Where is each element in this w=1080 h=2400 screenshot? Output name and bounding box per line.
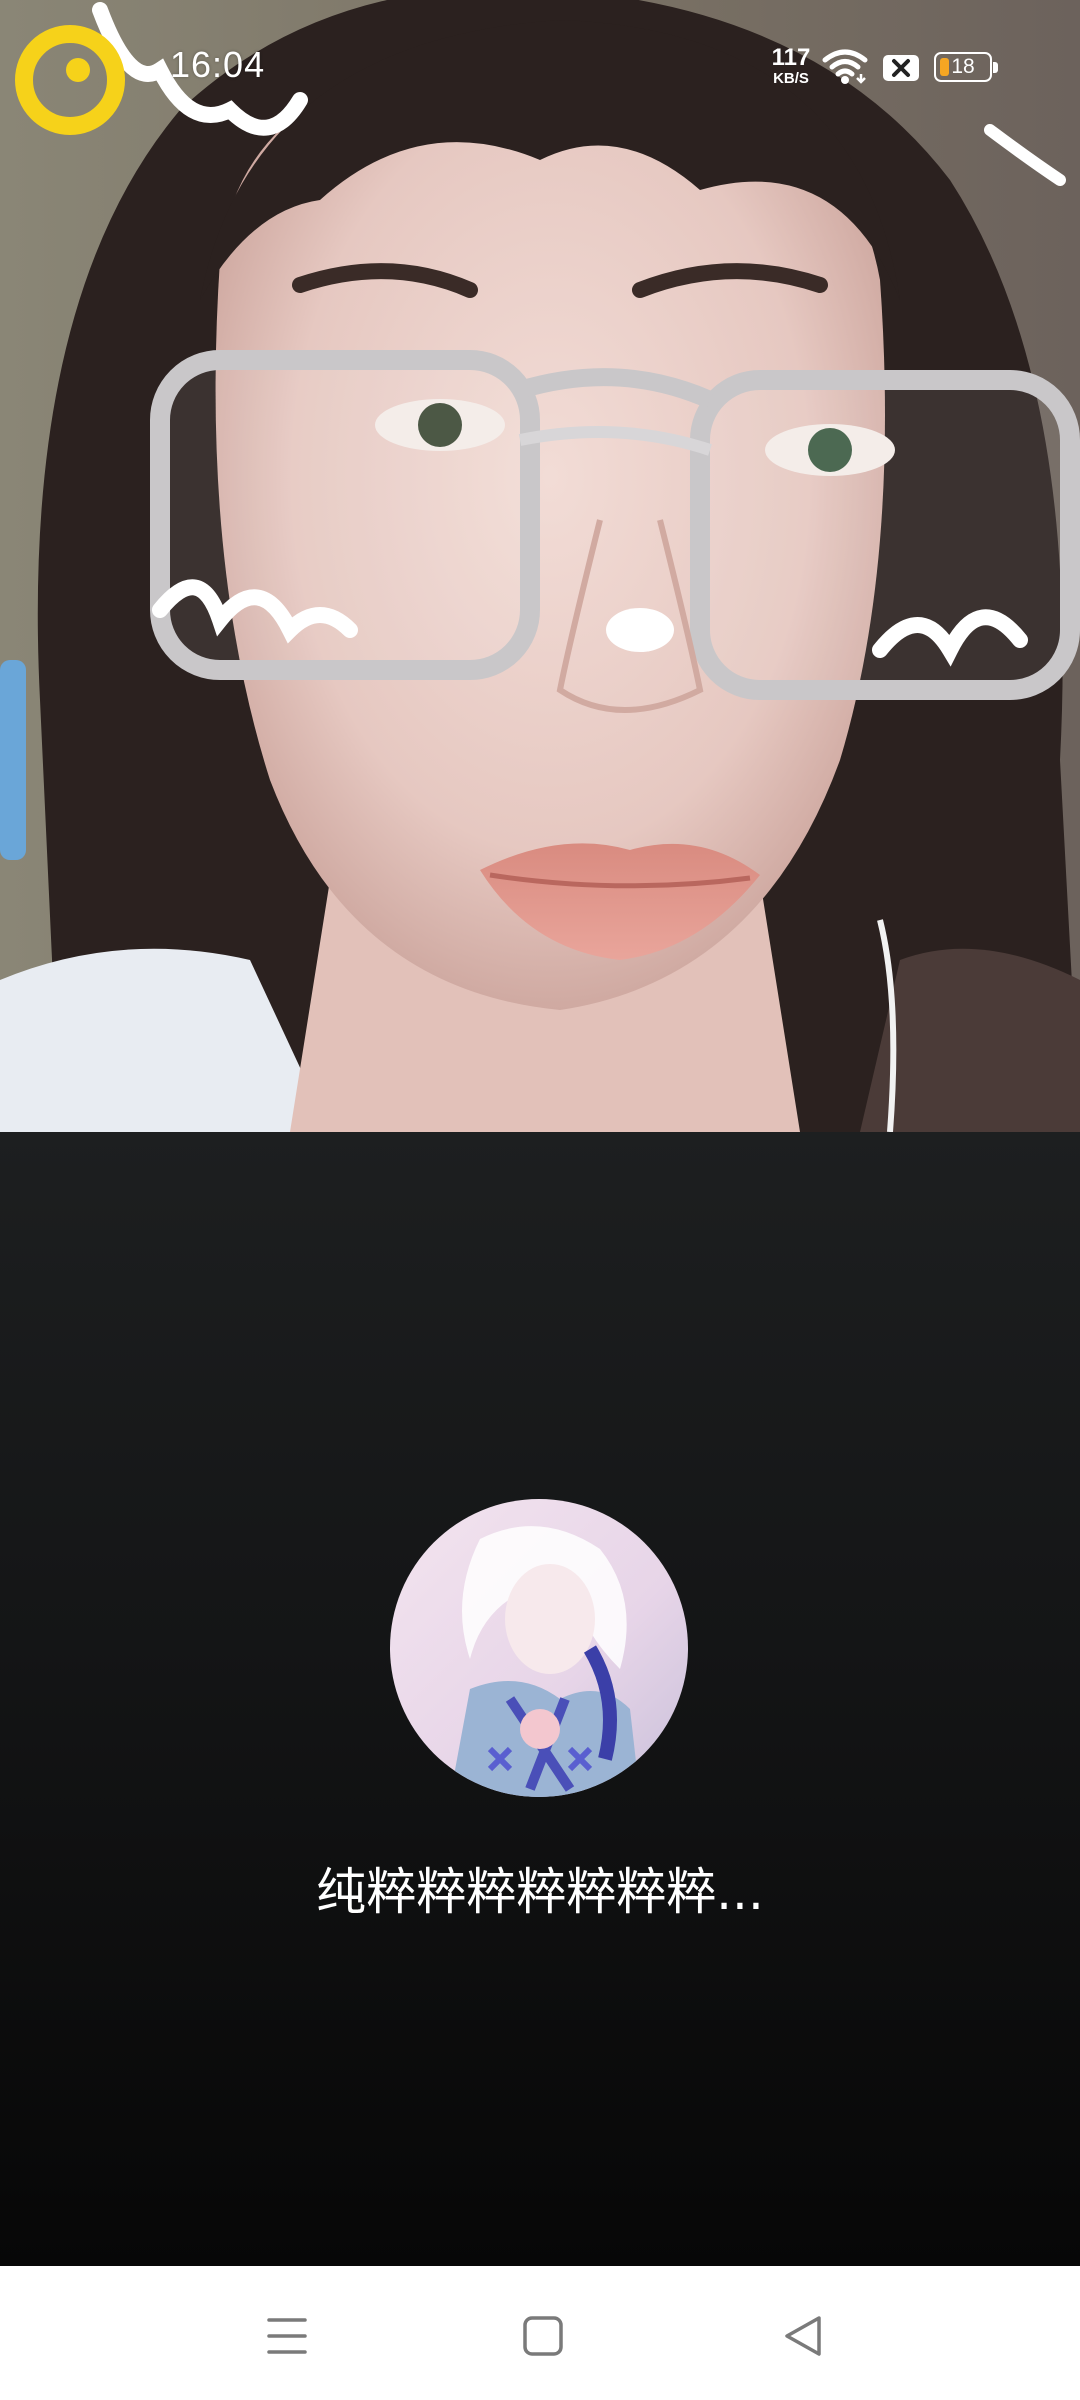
caller-name: 纯粹粹粹粹粹粹粹... (316, 1863, 764, 1921)
network-speed-value: 117 (771, 44, 811, 71)
video-call-screen: 16:04 117 KB/S 18 纯粹粹粹粹粹粹粹... (0, 0, 1080, 2400)
remote-video-feed[interactable] (0, 0, 1080, 1132)
navigation-bar (0, 2266, 1080, 2400)
status-bar: 16:04 117 KB/S 18 (0, 0, 1080, 140)
avatar-image (390, 1499, 688, 1797)
no-sim-icon (883, 55, 919, 81)
battery-level: 18 (951, 55, 975, 78)
caller-avatar[interactable] (390, 1499, 688, 1797)
back-icon[interactable] (763, 2296, 843, 2376)
battery-cap (993, 62, 998, 73)
network-speed: 117 KB/S (766, 44, 816, 87)
network-speed-unit: KB/S (773, 70, 809, 87)
home-icon[interactable] (503, 2296, 583, 2376)
video-frame-image (0, 0, 1080, 1132)
wifi-icon (822, 49, 868, 84)
status-time: 16:04 (170, 44, 266, 85)
caller-panel: 纯粹粹粹粹粹粹粹... (0, 1132, 1080, 2266)
battery-icon: 18 (934, 52, 1000, 84)
recent-apps-icon[interactable] (247, 2296, 327, 2376)
